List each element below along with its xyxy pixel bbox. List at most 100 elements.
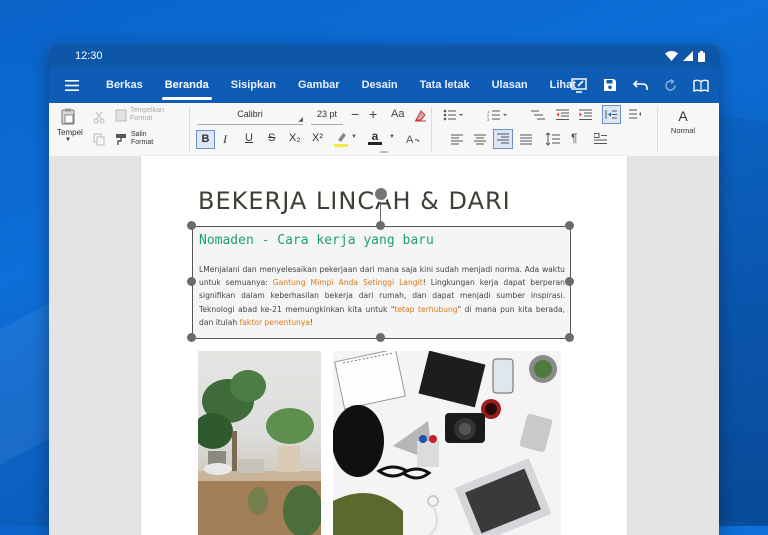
- bullets-icon[interactable]: [443, 109, 463, 121]
- body-highlight-text: Gantung Mimpi Anda Setinggi Langit: [272, 278, 423, 288]
- tab-ulasan[interactable]: Ulasan: [481, 67, 539, 103]
- status-bar: 12:30: [49, 45, 719, 67]
- font-color-letter: a: [371, 129, 379, 143]
- change-case-button[interactable]: Aa: [391, 108, 404, 120]
- svg-text:3: 3: [487, 117, 490, 121]
- menu-actions: [571, 67, 709, 103]
- ltr-icon: [605, 110, 617, 119]
- body-highlight-text: tetap terhubung: [394, 304, 458, 314]
- flatlay-items-photo[interactable]: [333, 351, 561, 535]
- multilevel-list-icon[interactable]: [531, 109, 545, 121]
- read-mode-icon[interactable]: [693, 79, 709, 92]
- tab-desain[interactable]: Desain: [351, 67, 409, 103]
- body-text: !: [310, 317, 314, 327]
- format-painter-icon: [116, 133, 126, 145]
- align-left-icon[interactable]: [451, 134, 463, 145]
- body-highlight-text: faktor penentunya: [239, 317, 311, 327]
- resize-handle-bottom[interactable]: [376, 333, 385, 342]
- line-spacing-icon[interactable]: [546, 132, 560, 146]
- document-area[interactable]: BEKERJA LINCAH & DARI Nomaden - Cara ker…: [49, 156, 719, 535]
- copy-icon[interactable]: [93, 133, 105, 146]
- text-box[interactable]: Nomaden - Cara kerja yang baru LMenjalan…: [192, 226, 571, 339]
- italic-button[interactable]: I: [223, 132, 227, 147]
- tab-berkas[interactable]: Berkas: [95, 67, 154, 103]
- chevron-down-icon[interactable]: ▼: [351, 134, 357, 140]
- decrease-font-button[interactable]: −: [351, 106, 359, 122]
- text-box-heading[interactable]: Nomaden - Cara kerja yang baru: [199, 233, 434, 248]
- svg-text:A: A: [406, 134, 414, 145]
- document-page[interactable]: BEKERJA LINCAH & DARI Nomaden - Cara ker…: [141, 156, 627, 535]
- chevron-down-icon[interactable]: ▼: [389, 134, 395, 140]
- edit-mode-icon[interactable]: [571, 77, 587, 93]
- paste-label: Tempel: [57, 128, 83, 137]
- style-preview-letter: A: [678, 108, 688, 124]
- resize-handle-bottom-left[interactable]: [187, 333, 196, 342]
- battery-icon: [698, 50, 705, 62]
- numbering-icon[interactable]: 123: [487, 109, 507, 121]
- plants-workspace-photo[interactable]: [198, 351, 321, 535]
- ribbon-divider: [431, 107, 432, 151]
- text-effects-icon[interactable]: A: [406, 132, 420, 145]
- dropdown-corner-icon: ◢: [298, 117, 303, 123]
- rtl-icon[interactable]: [629, 109, 642, 121]
- font-color-button[interactable]: a: [368, 129, 382, 145]
- font-size-value: 23 pt: [316, 109, 338, 119]
- tab-gambar[interactable]: Gambar: [287, 67, 351, 103]
- font-name-select[interactable]: Calibri ◢: [197, 109, 303, 125]
- chevron-down-icon: ▼: [65, 137, 71, 143]
- plants-illustration: [198, 370, 321, 535]
- bold-button[interactable]: B: [196, 130, 215, 149]
- pilcrow-button[interactable]: ¶: [571, 131, 577, 145]
- resize-handle-left[interactable]: [187, 277, 196, 286]
- menu-bar: Berkas Beranda Sisipkan Gambar Desain Ta…: [49, 67, 719, 103]
- resize-handle-bottom-right[interactable]: [565, 333, 574, 342]
- tab-tata-letak[interactable]: Tata letak: [409, 67, 481, 103]
- ribbon-toolbar: Tempel ▼ Tempelkan Format Salin Format C…: [49, 103, 719, 157]
- copy-format-button[interactable]: Salin Format: [115, 131, 165, 147]
- justify-icon[interactable]: [520, 134, 532, 145]
- status-time: 12:30: [75, 50, 103, 62]
- wifi-icon: [665, 51, 678, 61]
- tablet-screen: 12:30 Berkas Beranda Sisipkan Gambar Des…: [49, 45, 719, 535]
- align-right-button[interactable]: [493, 129, 513, 149]
- highlight-icon[interactable]: [334, 131, 348, 147]
- resize-handle-top-left[interactable]: [187, 221, 196, 230]
- tab-sisipkan[interactable]: Sisipkan: [220, 67, 287, 103]
- document-title[interactable]: BEKERJA LINCAH & DARI: [198, 187, 511, 215]
- redo-icon[interactable]: [664, 78, 677, 92]
- save-icon[interactable]: [603, 78, 617, 92]
- ribbon-collapse-handle[interactable]: [380, 151, 388, 153]
- tab-beranda[interactable]: Beranda: [154, 67, 220, 103]
- paragraph-settings-icon[interactable]: [594, 133, 607, 145]
- align-center-icon[interactable]: [474, 134, 486, 145]
- flatlay-illustration: [333, 351, 557, 535]
- ribbon-divider: [657, 107, 658, 151]
- ribbon-divider: [189, 107, 190, 151]
- subscript-button[interactable]: X₂: [289, 132, 301, 144]
- strikethrough-button[interactable]: S: [268, 132, 275, 144]
- menu-button[interactable]: [49, 79, 95, 91]
- paste-format-label: Tempelkan Format: [130, 107, 164, 122]
- ltr-button[interactable]: [602, 105, 621, 124]
- paste-button[interactable]: Tempel ▼: [57, 108, 83, 143]
- undo-icon[interactable]: [633, 79, 648, 91]
- paste-format-icon: [115, 109, 127, 122]
- resize-handle-top[interactable]: [376, 221, 385, 230]
- rotate-handle[interactable]: [373, 186, 389, 202]
- decrease-indent-icon[interactable]: [556, 109, 569, 121]
- align-right-icon: [497, 133, 509, 144]
- style-normal-button[interactable]: A Normal: [663, 108, 703, 135]
- copy-format-label: Salin Format: [131, 131, 154, 146]
- resize-handle-top-right[interactable]: [565, 221, 574, 230]
- superscript-button[interactable]: X²: [312, 132, 323, 144]
- status-icons: [665, 50, 705, 62]
- underline-button[interactable]: U: [245, 132, 253, 144]
- increase-indent-icon[interactable]: [579, 109, 592, 121]
- font-size-select[interactable]: 23 pt: [311, 109, 343, 125]
- clear-format-icon[interactable]: [414, 109, 427, 122]
- paste-format-button[interactable]: Tempelkan Format: [115, 107, 170, 123]
- increase-font-button[interactable]: +: [369, 106, 377, 122]
- resize-handle-right[interactable]: [565, 277, 574, 286]
- cut-icon[interactable]: [93, 111, 105, 124]
- text-box-body[interactable]: LMenjalani dan menyelesaikan pekerjaan d…: [199, 263, 565, 329]
